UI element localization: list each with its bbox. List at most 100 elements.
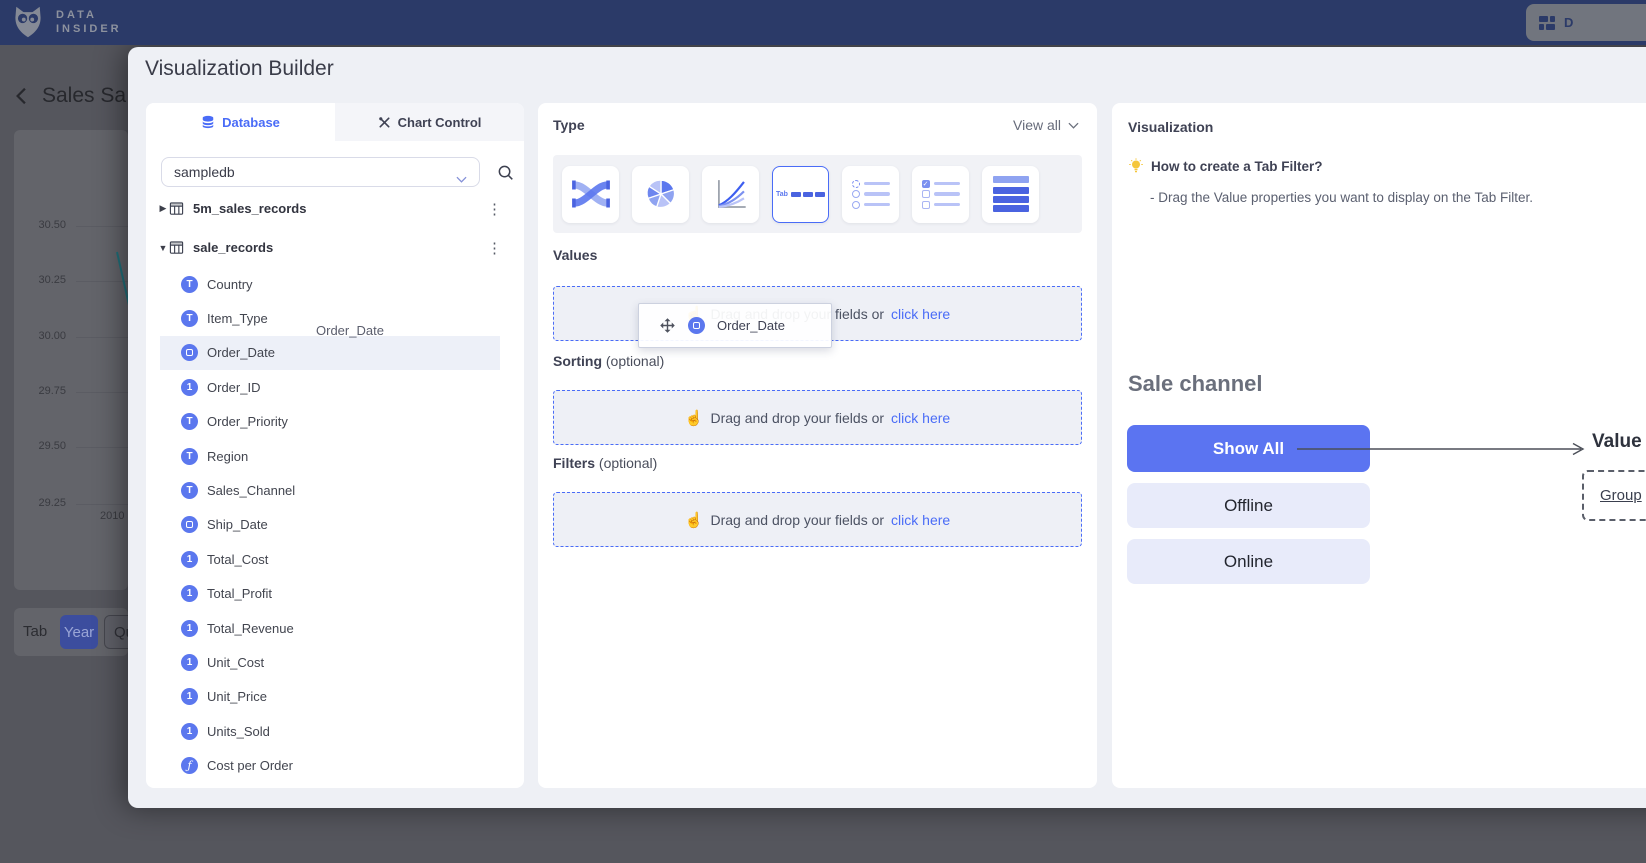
move-icon: [659, 317, 676, 334]
search-button[interactable]: [490, 157, 520, 187]
table-name: sale_records: [193, 240, 273, 255]
click-here-link[interactable]: click here: [891, 306, 950, 322]
tip-body: - Drag the Value properties you want to …: [1150, 190, 1533, 205]
database-select[interactable]: sampledb: [161, 157, 480, 187]
field-item-total-profit[interactable]: 1 Total_Profit: [146, 577, 524, 611]
top-navbar: DATA INSIDER D: [0, 0, 1646, 45]
sorting-section-label: Sorting (optional): [553, 353, 664, 369]
widget-title: Sale channel: [1128, 371, 1263, 397]
group-link[interactable]: Group: [1600, 487, 1642, 504]
tab-chart-control[interactable]: Chart Control: [335, 103, 524, 141]
text-field-icon: T: [181, 482, 198, 499]
chart-type-sankey[interactable]: [562, 166, 619, 223]
offline-tab-button[interactable]: Offline: [1127, 483, 1370, 528]
table-item-5m-sales-records[interactable]: ▶ 5m_sales_records ⋮: [146, 189, 524, 228]
tab-database[interactable]: Database: [146, 103, 335, 141]
chart-type-pie[interactable]: [632, 166, 689, 223]
sorting-dropzone[interactable]: ☝ Drag and drop your fields or click her…: [553, 390, 1082, 445]
table-name: 5m_sales_records: [193, 201, 306, 216]
field-item-order-id[interactable]: 1 Order_ID: [146, 370, 524, 404]
drag-hand-icon: ☝: [685, 409, 704, 427]
drag-hand-icon: ☝: [685, 511, 704, 529]
field-item-sales-channel[interactable]: T Sales_Channel: [146, 473, 524, 507]
pie-chart-icon: [642, 175, 680, 213]
dragged-field-chip[interactable]: Order_Date: [638, 303, 832, 348]
back-chevron-icon[interactable]: [14, 87, 28, 105]
filters-dropzone[interactable]: ☝ Drag and drop your fields or click her…: [553, 492, 1082, 547]
database-panel: Database Chart Control sampledb: [146, 103, 524, 788]
number-field-icon: 1: [181, 585, 198, 602]
tools-icon: [378, 116, 391, 129]
radio-list-icon: [852, 177, 890, 211]
text-field-icon: T: [181, 448, 198, 465]
page-title: Sales Sa: [42, 84, 126, 108]
drag-chip-label: Order_Date: [717, 318, 785, 333]
tip-title: How to create a Tab Filter?: [1128, 158, 1323, 174]
field-item-unit-cost[interactable]: 1 Unit_Cost: [146, 645, 524, 679]
click-here-link[interactable]: click here: [891, 410, 950, 426]
owl-logo-icon: [10, 4, 46, 40]
values-section-label: Values: [553, 247, 597, 263]
chart-type-tab-filter[interactable]: Tab: [772, 166, 829, 223]
table-menu-icon[interactable]: ⋮: [487, 200, 502, 218]
chart-type-strip: Tab ✓: [553, 155, 1082, 233]
year-tab-button[interactable]: Year: [60, 615, 98, 649]
field-item-units-sold[interactable]: 1 Units_Sold: [146, 714, 524, 748]
date-field-icon: [181, 344, 198, 361]
field-item-region[interactable]: T Region: [146, 439, 524, 473]
date-field-icon: [688, 317, 705, 334]
type-section-label: Type: [553, 117, 585, 133]
annotation-arrow-icon: [1295, 441, 1587, 457]
field-item-total-revenue[interactable]: 1 Total_Revenue: [146, 611, 524, 645]
visualization-section-label: Visualization: [1128, 119, 1213, 135]
tab-database-label: Database: [222, 115, 280, 130]
filters-section-label: Filters (optional): [553, 455, 657, 471]
chevron-down-icon: [1068, 122, 1079, 129]
chart-type-line[interactable]: [702, 166, 759, 223]
field-item-unit-price[interactable]: 1 Unit_Price: [146, 680, 524, 714]
chart-type-radio-list[interactable]: [842, 166, 899, 223]
expand-arrow-icon[interactable]: ▶: [157, 203, 169, 214]
tab-chart-control-label: Chart Control: [398, 115, 482, 130]
field-item-ship-date[interactable]: Ship_Date: [146, 508, 524, 542]
annotation-heading: Value: [1592, 431, 1642, 453]
chevron-down-icon: [456, 176, 467, 183]
number-field-icon: 1: [181, 551, 198, 568]
table-menu-icon[interactable]: ⋮: [487, 239, 502, 257]
field-item-order-priority[interactable]: T Order_Priority: [146, 405, 524, 439]
view-all-button[interactable]: View all: [1013, 117, 1079, 133]
dashboard-button[interactable]: D: [1526, 4, 1646, 41]
builder-panel: Type View all: [538, 103, 1097, 788]
schema-tree: ▶ 5m_sales_records ⋮ ▼ sale_records ⋮: [146, 189, 524, 783]
sankey-icon: [570, 176, 612, 212]
field-item-cost-per-order[interactable]: ƒ Cost per Order: [146, 748, 524, 782]
checkbox-list-icon: ✓: [922, 177, 960, 211]
formula-field-icon: ƒ: [181, 757, 198, 774]
visualization-panel: Visualization How to create a Tab Filter…: [1112, 103, 1646, 788]
chart-type-dropdown-list[interactable]: [982, 166, 1039, 223]
text-field-icon: T: [181, 310, 198, 327]
text-field-icon: T: [181, 276, 198, 293]
online-tab-button[interactable]: Online: [1127, 539, 1370, 584]
lightbulb-icon: [1128, 158, 1144, 174]
brand-line2: INSIDER: [56, 22, 122, 36]
line-chart-icon: [712, 175, 750, 213]
number-field-icon: 1: [181, 723, 198, 740]
search-icon: [497, 164, 514, 181]
visualization-builder-dialog: Visualization Builder Database Chart Con…: [128, 47, 1646, 808]
background-line-chart: 30.50 30.25 30.00 29.75 29.50 29.25 2010: [14, 130, 128, 590]
table-icon: [169, 201, 184, 216]
click-here-link[interactable]: click here: [891, 512, 950, 528]
background-tab-filter: Tab Year Qu: [14, 608, 128, 656]
number-field-icon: 1: [181, 688, 198, 705]
field-item-order-date[interactable]: Order_Date: [160, 336, 500, 370]
field-item-total-cost[interactable]: 1 Total_Cost: [146, 542, 524, 576]
tab-filter-label: Tab: [23, 623, 47, 640]
x-tick: 2010: [100, 510, 124, 522]
field-item-country[interactable]: T Country: [146, 267, 524, 301]
table-item-sale-records[interactable]: ▼ sale_records ⋮: [146, 228, 524, 267]
collapse-arrow-icon[interactable]: ▼: [157, 243, 169, 253]
dropdown-list-icon: [993, 176, 1029, 212]
chart-type-checkbox-list[interactable]: ✓: [912, 166, 969, 223]
date-field-icon: [181, 516, 198, 533]
